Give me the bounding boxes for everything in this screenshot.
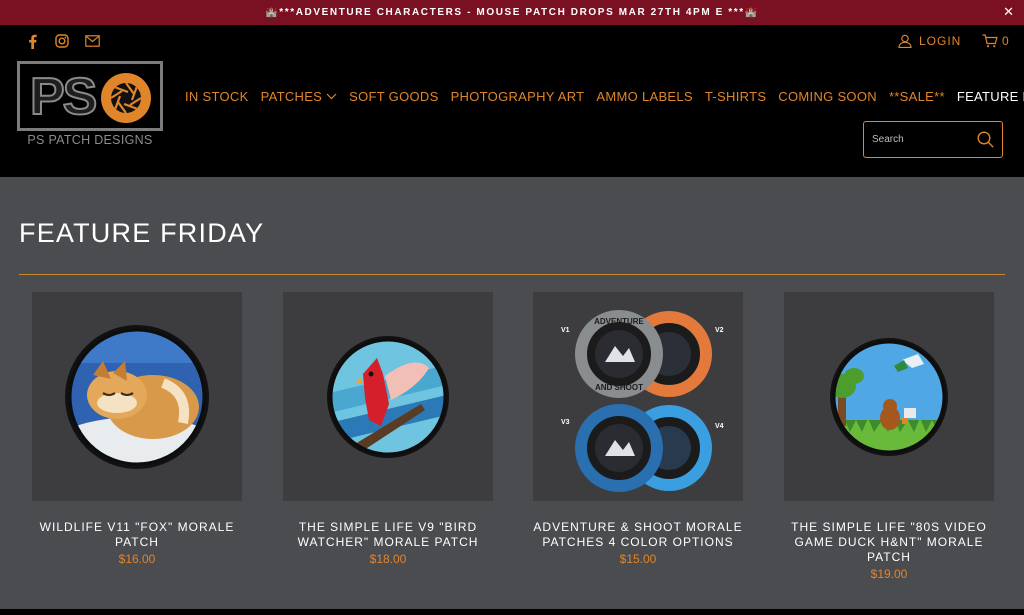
footer-edge: [0, 609, 1024, 615]
variant-label-v3: V3: [561, 419, 570, 426]
cardinal-patch-image: [327, 335, 449, 458]
logo-letters: PS: [29, 67, 98, 127]
email-icon[interactable]: [84, 33, 100, 49]
nav-item-soft-goods[interactable]: SOFT GOODS: [349, 89, 438, 104]
adventure-shoot-patches-image: V1 V2 V3 V4 ADVENTURE AND SHOOT: [561, 309, 724, 492]
variant-label-v1: V1: [561, 327, 570, 334]
nav-item-ammo-labels[interactable]: AMMO LABELS: [596, 89, 693, 104]
divider: [19, 274, 1005, 275]
variant-label-v4: V4: [715, 423, 724, 430]
announcement-bar: 🏰***ADVENTURE CHARACTERS - MOUSE PATCH D…: [0, 0, 1024, 25]
nav-item-sale[interactable]: **SALE**: [889, 89, 945, 104]
nav-item-label: PATCHES: [260, 89, 323, 104]
cart-link[interactable]: 0: [982, 34, 1009, 48]
facebook-icon[interactable]: [24, 33, 40, 49]
product-name[interactable]: ADVENTURE & SHOOT MORALE PATCHES 4 COLOR…: [533, 520, 743, 550]
chevron-down-icon: [326, 93, 337, 100]
logo-mark: PS: [17, 61, 163, 131]
product-card[interactable]: V1 V2 V3 V4 ADVENTURE AND SHOOT ADVENTUR…: [533, 292, 743, 566]
user-icon: [898, 34, 912, 48]
close-icon[interactable]: ✕: [1003, 4, 1014, 20]
cart-icon: [982, 34, 998, 48]
product-price: $16.00: [118, 552, 156, 566]
product-card[interactable]: THE SIMPLE LIFE V9 "BIRD WATCHER" MORALE…: [283, 292, 493, 566]
fox-patch-image: [65, 324, 209, 469]
duck-hunt-patch-image: [830, 337, 948, 456]
logo-name: PS PATCH DESIGNS: [27, 133, 153, 147]
patch-ring-text-top: ADVENTURE: [594, 317, 644, 326]
product-name[interactable]: THE SIMPLE LIFE "80S VIDEO GAME DUCK H&N…: [784, 520, 994, 565]
product-image[interactable]: [32, 292, 242, 501]
nav-item-photography-art[interactable]: PHOTOGRAPHY ART: [451, 89, 585, 104]
search-icon[interactable]: [977, 131, 994, 148]
social-links: [24, 33, 100, 49]
nav-item-coming-soon[interactable]: COMING SOON: [778, 89, 877, 104]
product-card[interactable]: WILDLIFE V11 "FOX" MORALE PATCH $16.00: [32, 292, 242, 566]
product-card[interactable]: THE SIMPLE LIFE "80S VIDEO GAME DUCK H&N…: [784, 292, 994, 581]
site-logo[interactable]: PS PS PATCH DESIGNS: [17, 61, 163, 151]
site-header: LOGIN 0 PS PS PATCH DESIGNS IN STOCK PAT…: [0, 25, 1024, 177]
cart-count: 0: [1002, 34, 1009, 48]
nav-item-t-shirts[interactable]: T-SHIRTS: [705, 89, 766, 104]
nav-item-feature-friday[interactable]: FEATURE FRIDAY: [957, 89, 1024, 104]
search-input[interactable]: [864, 134, 974, 145]
product-name[interactable]: THE SIMPLE LIFE V9 "BIRD WATCHER" MORALE…: [283, 520, 493, 550]
page-title: FEATURE FRIDAY: [19, 218, 265, 248]
announcement-text[interactable]: 🏰***ADVENTURE CHARACTERS - MOUSE PATCH D…: [265, 7, 759, 18]
search-box: [863, 121, 1003, 158]
product-price: $19.00: [870, 567, 908, 581]
aperture-icon: [101, 73, 151, 123]
product-price: $15.00: [619, 552, 657, 566]
nav-item-in-stock[interactable]: IN STOCK: [185, 89, 249, 104]
login-label: LOGIN: [919, 34, 962, 48]
product-image[interactable]: [784, 292, 994, 501]
product-image[interactable]: [283, 292, 493, 501]
login-link[interactable]: LOGIN: [898, 34, 961, 48]
patch-ring-text-bottom: AND SHOOT: [595, 383, 643, 392]
variant-label-v2: V2: [715, 327, 724, 334]
main-nav: IN STOCK PATCHES SOFT GOODS PHOTOGRAPHY …: [185, 89, 1024, 104]
product-image[interactable]: V1 V2 V3 V4 ADVENTURE AND SHOOT: [533, 292, 743, 501]
instagram-icon[interactable]: [54, 33, 70, 49]
product-price: $18.00: [369, 552, 407, 566]
product-name[interactable]: WILDLIFE V11 "FOX" MORALE PATCH: [32, 520, 242, 550]
nav-item-patches[interactable]: PATCHES: [261, 89, 338, 104]
